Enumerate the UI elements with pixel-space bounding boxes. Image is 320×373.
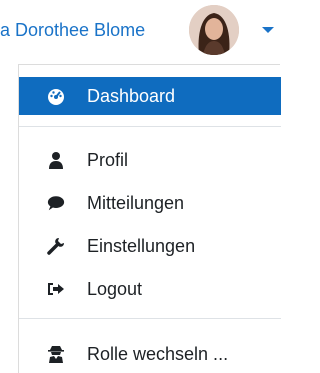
menu-item-messages[interactable]: Mitteilungen <box>19 184 281 222</box>
menu-divider <box>19 126 281 127</box>
user-menu-screenshot: a Dorothee Blome Dashboard Profil Mittei… <box>0 0 281 373</box>
menu-item-label: Dashboard <box>87 86 176 106</box>
sign-out-icon <box>47 280 65 298</box>
chevron-down-icon[interactable] <box>262 27 274 33</box>
user-menu-toggle[interactable]: a Dorothee Blome <box>0 0 280 60</box>
user-icon <box>47 151 65 169</box>
menu-item-profile[interactable]: Profil <box>19 141 281 179</box>
menu-item-label: Rolle wechseln ... <box>87 344 229 364</box>
menu-item-preferences[interactable]: Einstellungen <box>19 227 281 265</box>
menu-item-label: Einstellungen <box>87 236 196 256</box>
menu-item-dashboard[interactable]: Dashboard <box>19 77 281 115</box>
menu-item-label: Logout <box>87 279 143 299</box>
wrench-icon <box>47 237 65 255</box>
tachometer-icon <box>47 87 65 105</box>
menu-item-label: Profil <box>87 150 129 170</box>
user-dropdown-menu: Dashboard Profil Mitteilungen Einstellun… <box>18 64 281 373</box>
menu-item-logout[interactable]: Logout <box>19 270 281 308</box>
user-fullname: a Dorothee Blome <box>0 20 146 40</box>
menu-item-label: Mitteilungen <box>87 193 185 213</box>
user-secret-icon <box>47 345 65 363</box>
comment-icon <box>47 194 65 212</box>
menu-item-switch-role[interactable]: Rolle wechseln ... <box>19 335 281 373</box>
user-avatar <box>189 5 239 55</box>
menu-divider <box>19 318 281 319</box>
